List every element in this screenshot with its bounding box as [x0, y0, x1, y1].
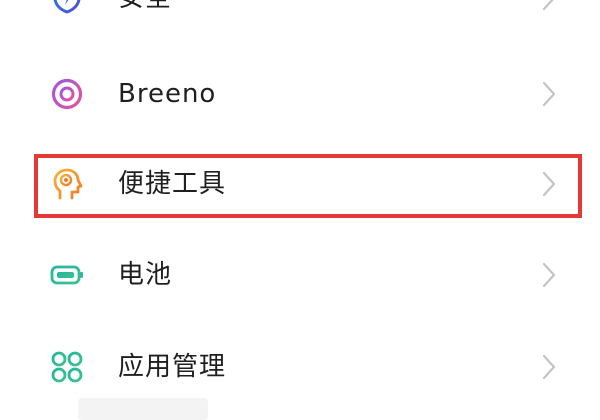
- breeno-ring-icon: [51, 78, 83, 110]
- settings-item-label: 便捷工具: [118, 169, 227, 199]
- chevron-right-icon: [542, 0, 554, 11]
- chevron-right-icon: [542, 171, 556, 197]
- settings-item-breeno[interactable]: Breeno: [0, 48, 600, 140]
- settings-item-label: 安全: [118, 0, 172, 44]
- settings-item-security[interactable]: 安全: [0, 0, 600, 44]
- partial-next-item: [78, 398, 208, 420]
- chevron-right-icon: [542, 354, 556, 380]
- settings-item-label: 电池: [118, 260, 173, 290]
- app-grid-icon: [51, 351, 83, 383]
- settings-item-battery[interactable]: 电池: [0, 229, 600, 321]
- chevron-right-icon: [542, 262, 556, 288]
- head-tools-icon: [53, 168, 83, 200]
- settings-item-label: Breeno: [118, 79, 217, 109]
- settings-list: 安全 Breeno: [0, 0, 600, 420]
- battery-icon: [50, 265, 83, 285]
- chevron-right-icon: [542, 81, 556, 107]
- settings-item-tools[interactable]: 便捷工具: [0, 138, 600, 230]
- shield-icon: [53, 0, 81, 14]
